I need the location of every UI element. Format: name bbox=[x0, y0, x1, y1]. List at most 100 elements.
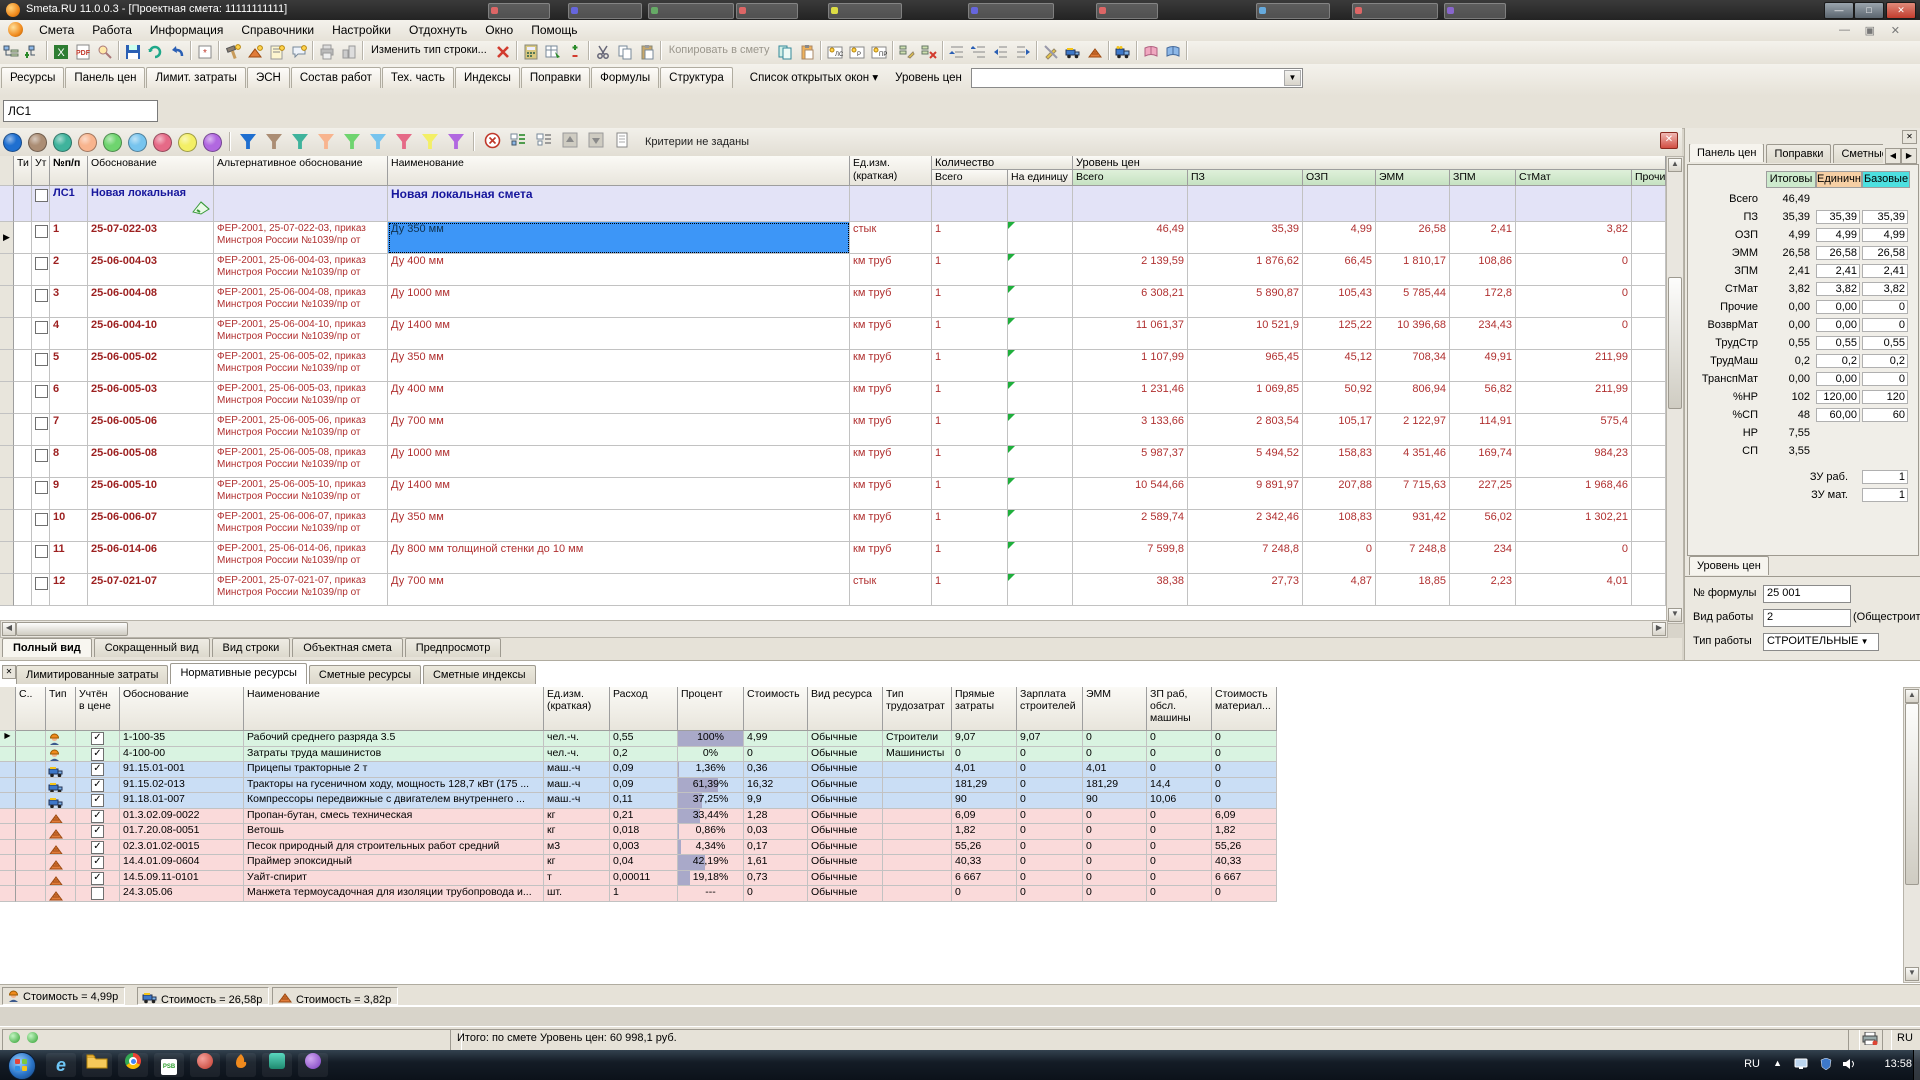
scroll-thumb[interactable] bbox=[16, 622, 128, 636]
formula-number-field[interactable]: 25 001 bbox=[1763, 585, 1851, 603]
up-gray-icon[interactable] bbox=[558, 131, 582, 155]
resource-row[interactable]: ▶✓1-100-35Рабочий среднего разряда 3.5че… bbox=[0, 731, 1277, 747]
estimate-row[interactable]: ▶125-07-022-03ФЕР-2001, 25-07-022-03, пр… bbox=[0, 222, 1666, 254]
child-minimize-icon[interactable]: — bbox=[1839, 24, 1850, 36]
color-filter-circle-5[interactable] bbox=[128, 133, 147, 152]
resource-row[interactable]: ✓02.3.01.02-0015Песок природный для стро… bbox=[0, 840, 1277, 856]
price-base-value[interactable]: 4,99 bbox=[1862, 228, 1908, 242]
menu-3[interactable]: Справочники bbox=[232, 20, 323, 40]
tray-language[interactable]: RU bbox=[1744, 1058, 1760, 1070]
maximize-button[interactable]: □ bbox=[1854, 2, 1884, 19]
red-app-icon[interactable] bbox=[190, 1053, 220, 1077]
estimate-row[interactable]: 425-06-004-10ФЕР-2001, 25-06-004-10, при… bbox=[0, 318, 1666, 350]
color-filter-circle-6[interactable] bbox=[153, 133, 172, 152]
truck-button[interactable] bbox=[1062, 42, 1084, 63]
price-base-value[interactable]: 0 bbox=[1862, 300, 1908, 314]
indent-left-button[interactable] bbox=[990, 42, 1012, 63]
resources-tab-2[interactable]: Сметные ресурсы bbox=[309, 665, 421, 684]
object-gray-button[interactable] bbox=[338, 42, 360, 63]
price-col-header-0[interactable]: Итоговы bbox=[1766, 171, 1816, 188]
color-filter-circle-4[interactable] bbox=[103, 133, 122, 152]
menu-0[interactable]: Смета bbox=[30, 20, 83, 40]
counted-checkbox[interactable]: ✓ bbox=[91, 841, 104, 854]
book-blue-button[interactable] bbox=[1162, 42, 1184, 63]
price-panel-tab-0[interactable]: Панель цен bbox=[1689, 144, 1764, 162]
menu-4[interactable]: Настройки bbox=[323, 20, 400, 40]
down-gray-icon[interactable] bbox=[584, 131, 608, 155]
filter-list-icon[interactable] bbox=[506, 131, 530, 155]
color-filter-circle-8[interactable] bbox=[203, 133, 222, 152]
hammer-button[interactable] bbox=[222, 42, 244, 63]
indent-right-button[interactable] bbox=[1012, 42, 1034, 63]
estimate-row[interactable]: 225-06-004-03ФЕР-2001, 25-06-004-03, при… bbox=[0, 254, 1666, 286]
refresh-button[interactable] bbox=[144, 42, 166, 63]
funnel-filter-icon-3[interactable] bbox=[318, 134, 334, 149]
approve-checkbox[interactable] bbox=[35, 189, 48, 202]
resource-row[interactable]: ✓01.7.20.08-0051Ветошькг0,0180,86%0,03Об… bbox=[0, 824, 1277, 840]
pdf-button[interactable]: PDF bbox=[72, 42, 94, 63]
scroll-up-icon[interactable]: ▲ bbox=[1668, 158, 1682, 172]
price-col-header-1[interactable]: Единичн bbox=[1816, 171, 1862, 188]
estimate-row[interactable]: 1125-06-014-06ФЕР-2001, 25-06-014-06, пр… bbox=[0, 542, 1666, 574]
search-button[interactable] bbox=[94, 42, 116, 63]
price-unit-value[interactable]: 26,58 bbox=[1816, 246, 1860, 260]
price-unit-value[interactable]: 0,55 bbox=[1816, 336, 1860, 350]
bricks-button[interactable] bbox=[1084, 42, 1106, 63]
tab-price-level[interactable]: Уровень цен bbox=[1689, 556, 1769, 575]
menu-2[interactable]: Информация bbox=[141, 20, 232, 40]
resources-tab-0[interactable]: Лимитированные затраты bbox=[16, 665, 168, 684]
r-button[interactable]: Р bbox=[846, 42, 868, 63]
work-type-combobox[interactable]: СТРОИТЕЛЬНЫЕ ▼ bbox=[1763, 633, 1879, 651]
tree-add-button[interactable] bbox=[896, 42, 918, 63]
resource-row[interactable]: 24.3.05.06Манжета термоусадочная для изо… bbox=[0, 886, 1277, 902]
estimate-row[interactable]: 825-06-005-08ФЕР-2001, 25-06-005-08, при… bbox=[0, 446, 1666, 478]
paste-sheet-button[interactable] bbox=[796, 42, 818, 63]
counted-checkbox[interactable] bbox=[91, 887, 104, 900]
price-panel-tab-2[interactable]: Сметные ф bbox=[1833, 144, 1883, 163]
counted-checkbox[interactable]: ✓ bbox=[91, 779, 104, 792]
menu-7[interactable]: Помощь bbox=[522, 20, 586, 40]
comment-button[interactable] bbox=[288, 42, 310, 63]
indent-up-button[interactable] bbox=[968, 42, 990, 63]
price-panel-tab-1[interactable]: Поправки bbox=[1766, 144, 1831, 163]
tab-тех-часть[interactable]: Тех. часть bbox=[382, 67, 454, 88]
funnel-filter-icon-2[interactable] bbox=[292, 134, 308, 149]
truck-cargo-button[interactable] bbox=[1112, 42, 1134, 63]
pr-button[interactable]: ПР bbox=[868, 42, 890, 63]
counted-checkbox[interactable]: ✓ bbox=[91, 825, 104, 838]
resource-row[interactable]: ✓91.18.01-007Компрессоры передвижные с д… bbox=[0, 793, 1277, 809]
funnel-filter-icon-8[interactable] bbox=[448, 134, 464, 149]
approve-checkbox[interactable] bbox=[35, 481, 48, 494]
estimate-row[interactable]: 925-06-005-10ФЕР-2001, 25-06-005-10, при… bbox=[0, 478, 1666, 510]
resources-button[interactable] bbox=[244, 42, 266, 63]
counted-checkbox[interactable]: ✓ bbox=[91, 732, 104, 745]
estimate-row[interactable]: 625-06-005-03ФЕР-2001, 25-06-005-03, при… bbox=[0, 382, 1666, 414]
funnel-filter-icon-4[interactable] bbox=[344, 134, 360, 149]
open-windows-dropdown[interactable]: Список открытых окон ▾ bbox=[742, 66, 886, 88]
psb-icon[interactable]: PSB bbox=[154, 1053, 184, 1077]
start-button[interactable] bbox=[8, 1052, 36, 1080]
note-button[interactable] bbox=[266, 42, 288, 63]
scroll-up-icon[interactable]: ▲ bbox=[1905, 689, 1919, 703]
close-button[interactable]: ✕ bbox=[1886, 2, 1916, 19]
funnel-filter-icon-1[interactable] bbox=[266, 134, 282, 149]
resource-row[interactable]: ✓14.5.09.11-0101Уайт-спиритт0,0001119,18… bbox=[0, 871, 1277, 887]
recalc-button[interactable]: * bbox=[194, 42, 216, 63]
scroll-down-icon[interactable]: ▼ bbox=[1905, 967, 1919, 981]
purple-app-icon[interactable] bbox=[298, 1053, 328, 1077]
counted-checkbox[interactable]: ✓ bbox=[91, 810, 104, 823]
tab-scroll-right-icon[interactable]: ▶ bbox=[1901, 148, 1917, 164]
child-close-icon[interactable]: ✕ bbox=[1891, 24, 1900, 37]
indent-first-button[interactable] bbox=[946, 42, 968, 63]
approve-checkbox[interactable] bbox=[35, 417, 48, 430]
tray-volume-icon[interactable] bbox=[1842, 1058, 1856, 1073]
price-base-value[interactable]: 35,39 bbox=[1862, 210, 1908, 224]
estimate-row[interactable]: 1225-07-021-07ФЕР-2001, 25-07-021-07, пр… bbox=[0, 574, 1666, 606]
approve-checkbox[interactable] bbox=[35, 289, 48, 302]
no-edit-button[interactable] bbox=[1040, 42, 1062, 63]
work-kind-field[interactable]: 2 bbox=[1763, 609, 1851, 627]
menu-1[interactable]: Работа bbox=[83, 20, 141, 40]
estimate-row[interactable]: 525-06-005-02ФЕР-2001, 25-06-005-02, при… bbox=[0, 350, 1666, 382]
price-unit-value[interactable]: 4,99 bbox=[1816, 228, 1860, 242]
zu-value[interactable]: 1 bbox=[1862, 488, 1908, 502]
